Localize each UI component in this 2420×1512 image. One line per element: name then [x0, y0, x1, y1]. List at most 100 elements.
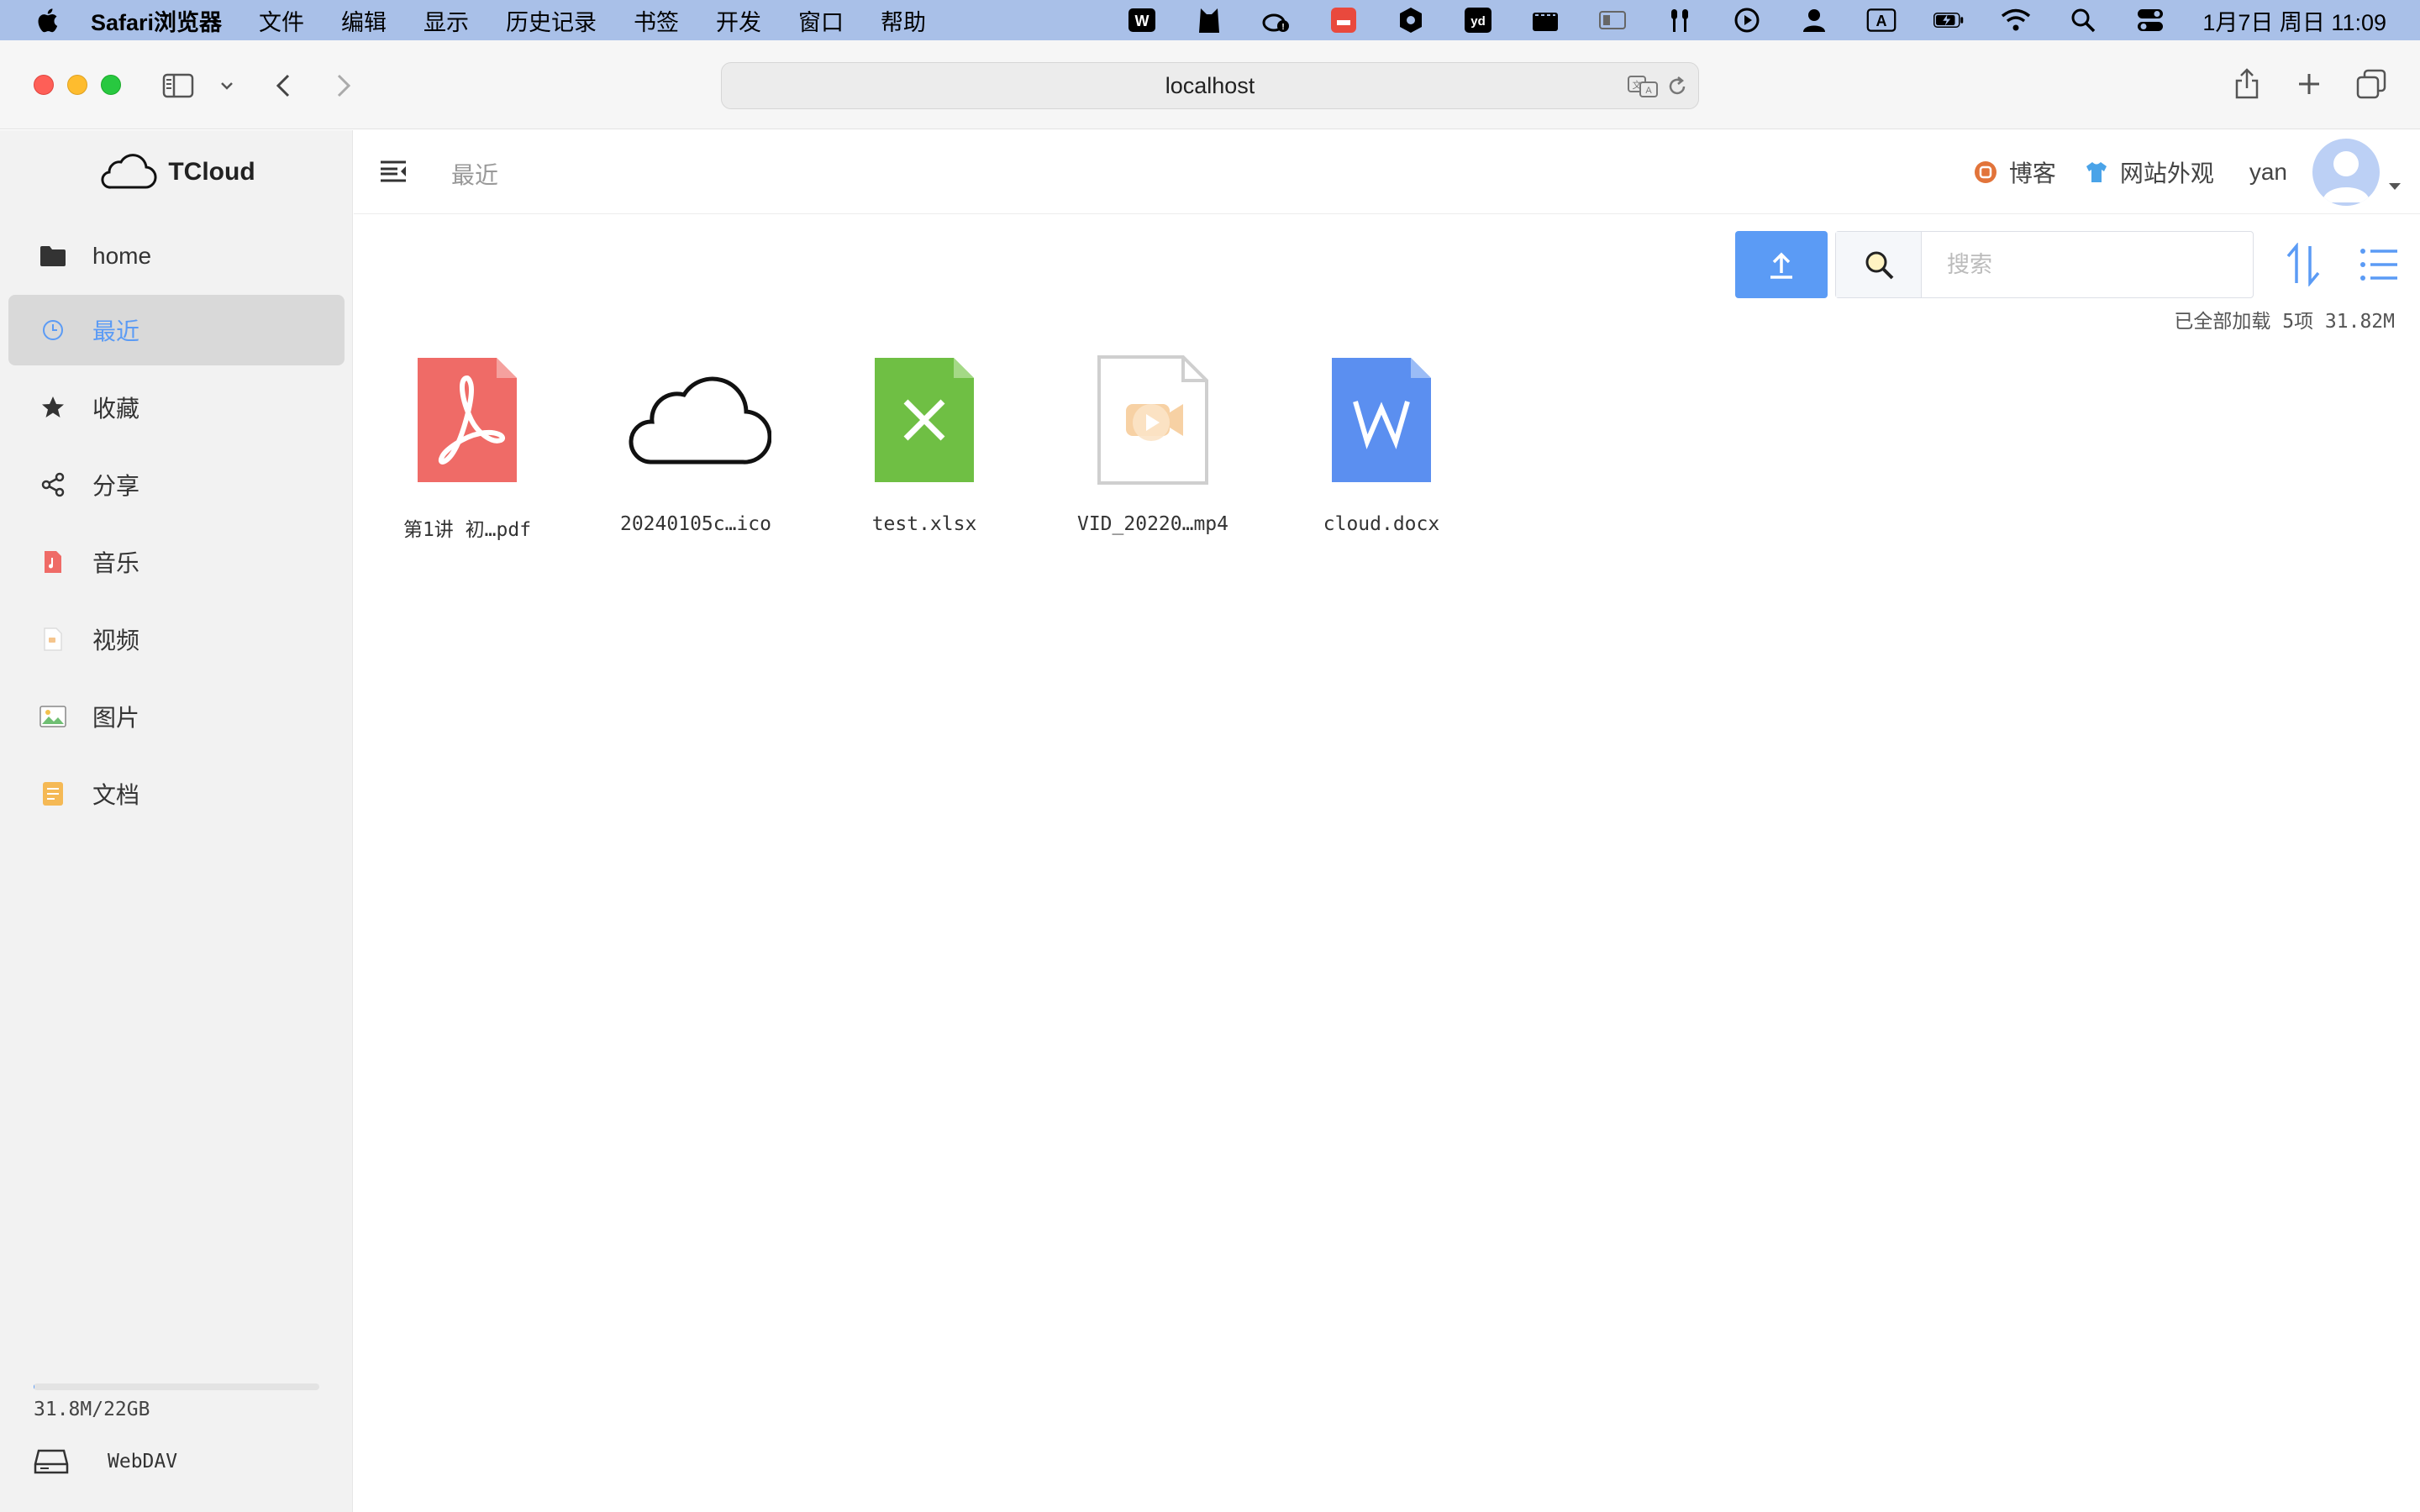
- menu-bookmarks[interactable]: 书签: [634, 4, 679, 37]
- blog-link[interactable]: 博客: [1974, 155, 2056, 189]
- file-item-docx[interactable]: cloud.docx: [1268, 349, 1495, 550]
- search-icon: [1865, 251, 1893, 280]
- back-button[interactable]: [271, 69, 296, 102]
- svg-text:W: W: [1135, 13, 1150, 29]
- sidebar-toggle-icon[interactable]: [161, 71, 195, 101]
- collapse-sidebar-icon[interactable]: [379, 157, 408, 186]
- document-icon: [39, 780, 67, 808]
- avatar[interactable]: [2312, 139, 2380, 206]
- minimize-window-button[interactable]: [67, 75, 87, 95]
- reload-icon[interactable]: [1665, 74, 1690, 99]
- airpods-icon[interactable]: [1665, 6, 1695, 34]
- hard-drive-icon: [34, 1449, 69, 1474]
- image-icon: [39, 702, 67, 731]
- blog-label: 博客: [2008, 160, 2056, 186]
- appearance-label: 网站外观: [2119, 160, 2214, 186]
- sort-button[interactable]: [2278, 239, 2328, 290]
- load-status-text: 已全部加载 5项 31.82M: [2174, 311, 2395, 333]
- close-window-button[interactable]: [34, 75, 54, 95]
- menu-history[interactable]: 历史记录: [506, 4, 597, 37]
- file-item-ico[interactable]: 20240105c…ico: [582, 349, 809, 550]
- play-circle-icon[interactable]: [1732, 6, 1762, 34]
- sidebar-item-music[interactable]: 音乐: [8, 527, 345, 597]
- appearance-link[interactable]: 网站外观: [2085, 155, 2214, 189]
- video-icon: [39, 625, 67, 654]
- menu-window[interactable]: 窗口: [798, 4, 844, 37]
- app-sidebar: TCloud home 最近 收藏 分享 音乐 视频 图片 文档 31.8M/2…: [0, 130, 353, 1512]
- sidebar-item-video[interactable]: 视频: [8, 604, 345, 675]
- wifi-icon[interactable]: [2001, 6, 2031, 34]
- default-avatar-icon: [2323, 151, 2370, 202]
- sidebar-item-home[interactable]: home: [8, 221, 345, 291]
- chevron-down-icon[interactable]: [217, 74, 237, 97]
- menu-edit[interactable]: 编辑: [341, 4, 387, 37]
- file-item-pdf[interactable]: 第1讲 初…pdf: [354, 349, 581, 550]
- macos-menu-bar: Safari浏览器 文件 编辑 显示 历史记录 书签 开发 窗口 帮助 W ! …: [0, 0, 2420, 40]
- weibo-icon[interactable]: !: [1261, 6, 1292, 34]
- tab-overview-icon[interactable]: [2354, 67, 2388, 101]
- app-name-menu[interactable]: Safari浏览器: [91, 4, 222, 37]
- search-input[interactable]: [1922, 232, 2253, 297]
- spotlight-search-icon[interactable]: [2068, 6, 2098, 34]
- file-name: test.xlsx: [871, 513, 977, 535]
- translate-icon[interactable]: 文A: [1626, 74, 1660, 99]
- clock-icon: [39, 316, 67, 344]
- storage-usage-text: 31.8M/22GB: [34, 1399, 150, 1420]
- sidebar-item-label: home: [92, 243, 152, 269]
- caret-down-icon[interactable]: [2388, 182, 2402, 191]
- sidebar-item-documents[interactable]: 文档: [8, 759, 345, 829]
- new-tab-icon[interactable]: [2294, 69, 2324, 99]
- address-bar[interactable]: localhost 文A: [721, 62, 1699, 109]
- shirt-icon: [2085, 160, 2108, 184]
- sidebar-item-images[interactable]: 图片: [8, 681, 345, 752]
- svg-text:A: A: [1876, 13, 1887, 29]
- folder-icon: [39, 242, 67, 270]
- upload-button[interactable]: [1735, 231, 1828, 298]
- menu-develop[interactable]: 开发: [716, 4, 761, 37]
- sidebar-item-label: 文档: [92, 782, 140, 808]
- file-name: cloud.docx: [1323, 513, 1440, 535]
- menu-view[interactable]: 显示: [424, 4, 469, 37]
- input-source-icon[interactable]: A: [1866, 6, 1897, 34]
- menu-file[interactable]: 文件: [259, 4, 304, 37]
- share-page-icon[interactable]: [2232, 66, 2262, 102]
- cloud-logo-icon: [101, 154, 157, 189]
- search-button[interactable]: [1836, 232, 1922, 297]
- menubar-clock[interactable]: 1月7日 周日 11:09: [2202, 4, 2386, 37]
- red-app-icon[interactable]: [1328, 6, 1359, 34]
- battery-icon[interactable]: [1933, 6, 1964, 34]
- forward-button[interactable]: [331, 69, 356, 102]
- safari-toolbar: localhost 文A: [0, 40, 2420, 129]
- file-name: 第1讲 初…pdf: [402, 519, 532, 541]
- breadcrumb[interactable]: 最近: [451, 157, 498, 191]
- apple-menu-icon[interactable]: [34, 6, 59, 34]
- file-item-mp4[interactable]: VID_20220…mp4: [1039, 349, 1266, 550]
- file-item-xlsx[interactable]: test.xlsx: [811, 349, 1038, 550]
- clapperboard-icon[interactable]: [1530, 6, 1560, 34]
- address-text: localhost: [1165, 72, 1255, 98]
- control-center-icon[interactable]: [2135, 6, 2165, 34]
- blog-icon: [1974, 160, 1997, 184]
- window-switcher-icon[interactable]: [1597, 6, 1628, 34]
- webdav-link[interactable]: WebDAV: [34, 1449, 177, 1474]
- svg-text:!: !: [1282, 23, 1285, 32]
- sidebar-item-share[interactable]: 分享: [8, 449, 345, 520]
- sort-icon: [2286, 243, 2320, 286]
- cat-icon[interactable]: [1194, 6, 1224, 34]
- webdav-label: WebDAV: [108, 1451, 178, 1473]
- pdf-file-icon: [354, 349, 581, 491]
- menu-help[interactable]: 帮助: [881, 4, 926, 37]
- user-account-icon[interactable]: [1799, 6, 1829, 34]
- username[interactable]: yan: [2249, 159, 2287, 186]
- star-icon: [39, 393, 67, 422]
- svg-text:yd: yd: [1471, 14, 1486, 29]
- shield-icon[interactable]: [1396, 6, 1426, 34]
- video-file-icon: [1039, 349, 1266, 491]
- sidebar-item-recent[interactable]: 最近: [8, 295, 345, 365]
- wps-icon[interactable]: W: [1127, 6, 1157, 34]
- youdao-icon[interactable]: yd: [1463, 6, 1493, 34]
- sidebar-item-favorites[interactable]: 收藏: [8, 372, 345, 443]
- brand-logo[interactable]: TCloud: [0, 147, 353, 197]
- list-view-button[interactable]: [2354, 239, 2404, 290]
- zoom-window-button[interactable]: [101, 75, 121, 95]
